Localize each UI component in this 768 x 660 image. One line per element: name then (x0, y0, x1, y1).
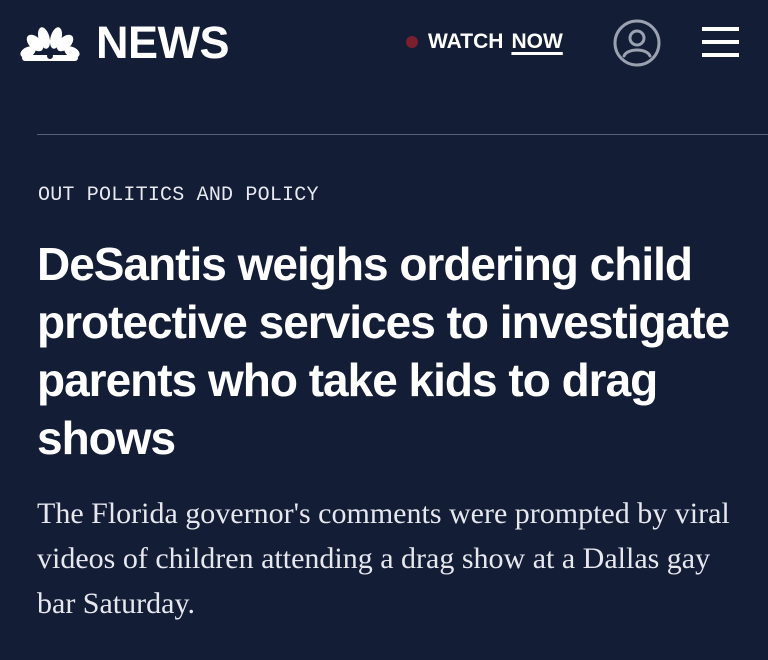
watch-now-label: NOW (511, 30, 563, 53)
logo-text: NEWS (96, 17, 230, 68)
article-dek: The Florida governor's comments were pro… (37, 497, 730, 620)
account-icon (613, 19, 661, 67)
header-divider (37, 134, 768, 135)
menu-bar-icon (702, 27, 739, 31)
article-section-link[interactable]: OUT POLITICS AND POLICY (38, 184, 319, 207)
article-headline: DeSantis weighs ordering child protectiv… (37, 238, 730, 464)
menu-bar-icon (702, 53, 739, 57)
hamburger-menu-button[interactable] (702, 27, 739, 59)
nbc-news-logo[interactable]: NEWS (18, 17, 230, 68)
menu-bar-icon (702, 40, 739, 44)
account-button[interactable] (613, 19, 661, 67)
watch-now-link[interactable]: WATCH NOW (406, 28, 563, 56)
watch-label: WATCH (428, 30, 504, 53)
site-header: NEWS WATCH NOW (0, 0, 768, 90)
nbc-peacock-icon (20, 27, 80, 61)
live-dot-icon (406, 36, 418, 48)
